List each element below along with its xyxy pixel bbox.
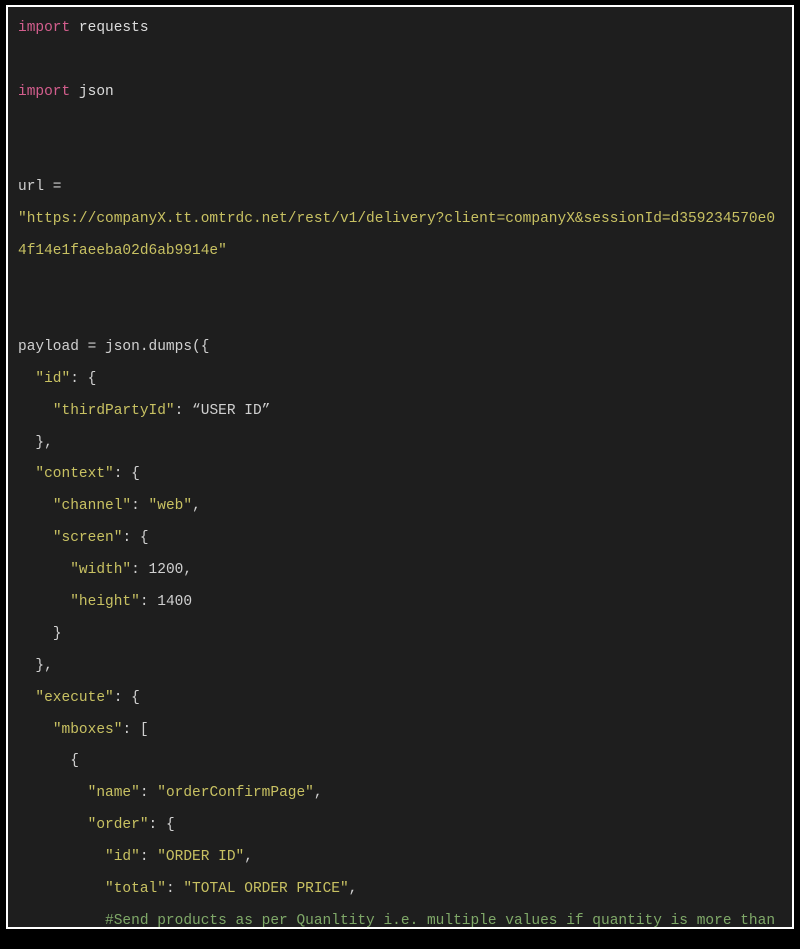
json-value: "TOTAL ORDER PRICE" bbox=[183, 881, 348, 897]
code-line: "context": { bbox=[18, 459, 782, 491]
module-name: requests bbox=[70, 20, 148, 36]
code-line bbox=[18, 268, 782, 300]
json-value: "orderConfirmPage" bbox=[157, 785, 314, 801]
json-key: "total" bbox=[105, 881, 166, 897]
code-line: "name": "orderConfirmPage", bbox=[18, 778, 782, 810]
code-line: }, bbox=[18, 428, 782, 460]
code-line: import requests bbox=[18, 13, 782, 45]
code-line: "execute": { bbox=[18, 683, 782, 715]
code-line: }, bbox=[18, 651, 782, 683]
code-line: "screen": { bbox=[18, 523, 782, 555]
json-key: "name" bbox=[88, 785, 140, 801]
code-line: "channel": "web", bbox=[18, 491, 782, 523]
json-key: "execute" bbox=[35, 690, 113, 706]
code-line: "id": { bbox=[18, 364, 782, 396]
module-name: json bbox=[70, 84, 114, 100]
json-key: "height" bbox=[70, 594, 140, 610]
code-line: "thirdPartyId": “USER ID” bbox=[18, 396, 782, 428]
code-line: #Send products as per Quanltity i.e. mul… bbox=[18, 906, 782, 929]
keyword-import: import bbox=[18, 20, 70, 36]
code-line: { bbox=[18, 746, 782, 778]
code-line: payload = json.dumps({ bbox=[18, 332, 782, 364]
json-key: "context" bbox=[35, 466, 113, 482]
json-key: "thirdPartyId" bbox=[53, 403, 175, 419]
code-line: import json bbox=[18, 77, 782, 109]
json-key: "order" bbox=[88, 817, 149, 833]
code-line: "mboxes": [ bbox=[18, 715, 782, 747]
code-line: "order": { bbox=[18, 810, 782, 842]
comment: #Send products as per Quanltity i.e. mul… bbox=[18, 913, 784, 929]
json-key: "screen" bbox=[53, 530, 123, 546]
json-key: "id" bbox=[35, 371, 70, 387]
code-line: "id": "ORDER ID", bbox=[18, 842, 782, 874]
code-line: "width": 1200, bbox=[18, 555, 782, 587]
json-value: "web" bbox=[149, 498, 193, 514]
json-key: "id" bbox=[105, 849, 140, 865]
code-line: "height": 1400 bbox=[18, 587, 782, 619]
code-line bbox=[18, 109, 782, 141]
json-key: "channel" bbox=[53, 498, 131, 514]
code-block: import requests import json url = "https… bbox=[6, 5, 794, 929]
code-line: "total": "TOTAL ORDER PRICE", bbox=[18, 874, 782, 906]
code-line: url = bbox=[18, 172, 782, 204]
code-line bbox=[18, 141, 782, 173]
code-line-string: "https://companyX.tt.omtrdc.net/rest/v1/… bbox=[18, 204, 782, 268]
json-value: "ORDER ID" bbox=[157, 849, 244, 865]
code-line bbox=[18, 45, 782, 77]
json-key: "width" bbox=[70, 562, 131, 578]
code-line: } bbox=[18, 619, 782, 651]
keyword-import: import bbox=[18, 84, 70, 100]
code-line bbox=[18, 300, 782, 332]
json-key: "mboxes" bbox=[53, 722, 123, 738]
